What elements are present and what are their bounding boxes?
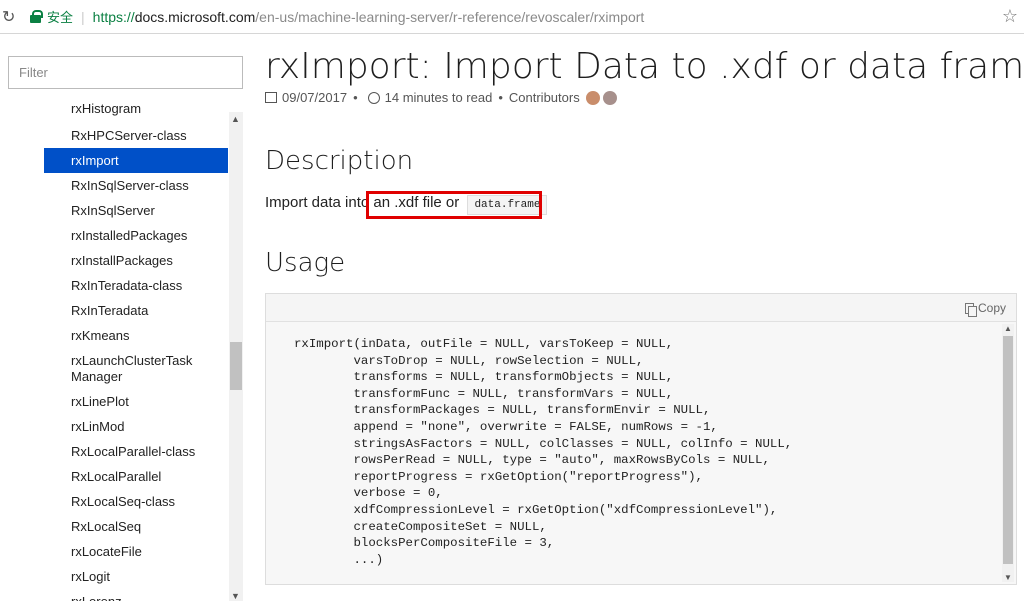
toc-list: rxHistogram RxHPCServer-class rxImport R… bbox=[0, 100, 230, 601]
clock-icon bbox=[367, 91, 380, 104]
separator: | bbox=[81, 8, 85, 25]
toc-item[interactable]: RxInTeradata bbox=[44, 303, 228, 319]
read-time: 14 minutes to read bbox=[384, 90, 493, 105]
scroll-up-arrow-icon[interactable]: ▲ bbox=[231, 114, 240, 124]
lock-icon bbox=[30, 10, 43, 23]
bookmark-star-icon[interactable]: ☆ bbox=[1002, 6, 1018, 27]
reload-icon[interactable]: ↻ bbox=[2, 7, 20, 27]
usage-heading: Usage bbox=[265, 248, 346, 278]
scroll-down-arrow-icon[interactable]: ▼ bbox=[1004, 573, 1012, 582]
toc-item[interactable]: rxInstalledPackages bbox=[44, 228, 228, 244]
toc-item-active[interactable]: rxImport bbox=[44, 148, 228, 173]
toc-item[interactable]: RxLocalParallel-class bbox=[44, 444, 228, 460]
toc-item[interactable]: RxLocalSeq bbox=[44, 519, 228, 535]
copy-label: Copy bbox=[977, 301, 1006, 315]
contributors-label[interactable]: Contributors bbox=[509, 90, 580, 105]
toc-item[interactable]: RxInTeradata-class bbox=[44, 278, 228, 294]
secure-label: 安全 bbox=[47, 10, 74, 25]
article-meta: 09/07/2017 • 14 minutes to read • Contri… bbox=[265, 90, 617, 105]
toc-item[interactable]: rxLogit bbox=[44, 569, 228, 585]
sidebar-scroll-thumb[interactable] bbox=[230, 342, 242, 390]
meta-separator: • bbox=[353, 90, 358, 105]
toc-item[interactable]: rxHistogram bbox=[44, 101, 228, 117]
sidebar-scrollbar[interactable]: ▲ ▼ bbox=[229, 112, 243, 601]
filter-input[interactable] bbox=[8, 56, 243, 89]
contributor-avatar[interactable] bbox=[585, 90, 600, 105]
toc-item[interactable]: rxLaunchClusterTask bbox=[44, 353, 228, 369]
url-host: docs.microsoft.com bbox=[134, 8, 256, 25]
toc-item[interactable]: RxLocalParallel bbox=[44, 469, 228, 485]
scroll-down-arrow-icon[interactable]: ▼ bbox=[231, 591, 240, 601]
toc-item[interactable]: rxLocateFile bbox=[44, 544, 228, 560]
annotation-highlight-box bbox=[366, 191, 542, 219]
toc-item[interactable]: rxLinMod bbox=[44, 419, 228, 435]
code-block: Copy rxImport(inData, outFile = NULL, va… bbox=[265, 293, 1017, 585]
page-title: rxImport: Import Data to .xdf or data fr… bbox=[265, 46, 1024, 87]
code-scrollbar[interactable]: ▲ ▼ bbox=[1002, 324, 1014, 582]
code-text: rxImport(inData, outFile = NULL, varsToK… bbox=[294, 337, 793, 567]
code-scroll-thumb[interactable] bbox=[1003, 336, 1013, 564]
url-text[interactable]: https://docs.microsoft.com/en-us/machine… bbox=[93, 9, 645, 25]
toc-item[interactable]: rxInstallPackages bbox=[44, 253, 228, 269]
toc-item[interactable]: RxInSqlServer bbox=[44, 203, 228, 219]
article-date: 09/07/2017 bbox=[282, 90, 348, 105]
toc-item[interactable]: Manager bbox=[44, 369, 228, 385]
toc-item[interactable]: RxHPCServer-class bbox=[44, 128, 228, 144]
description-heading: Description bbox=[265, 146, 414, 176]
toc-item[interactable]: rxKmeans bbox=[44, 328, 228, 344]
url-scheme: https:// bbox=[92, 8, 135, 25]
toc-item[interactable]: rxLorenz bbox=[44, 594, 228, 601]
copy-icon bbox=[964, 302, 977, 317]
scroll-up-arrow-icon[interactable]: ▲ bbox=[1004, 324, 1012, 333]
url-path: /en-us/machine-learning-server/r-referen… bbox=[255, 8, 645, 25]
toc-item[interactable]: RxInSqlServer-class bbox=[44, 178, 228, 194]
copy-button[interactable]: Copy bbox=[964, 301, 1006, 317]
toc-item[interactable]: RxLocalSeq-class bbox=[44, 494, 228, 510]
address-bar[interactable]: ↻ 安全 | https://docs.microsoft.com/en-us/… bbox=[0, 0, 1024, 34]
code-header: Copy bbox=[266, 294, 1016, 322]
meta-separator: • bbox=[498, 90, 503, 105]
calendar-icon bbox=[265, 92, 277, 103]
contributor-avatar[interactable] bbox=[602, 90, 617, 105]
toc-item[interactable]: rxLinePlot bbox=[44, 394, 228, 410]
